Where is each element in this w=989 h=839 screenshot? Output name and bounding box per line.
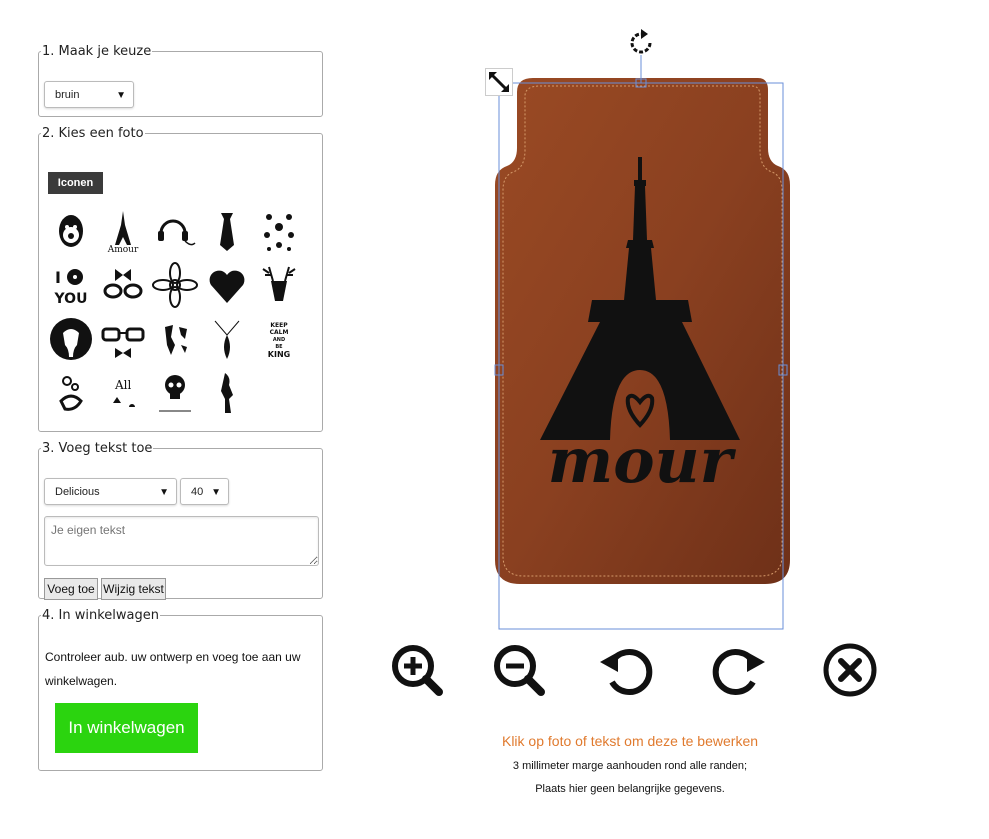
step2-panel: 2. Kies een foto Iconen Amour I YOU KEEP… bbox=[38, 126, 323, 432]
glasses-bowtie-icon[interactable] bbox=[99, 315, 147, 363]
step4-panel: 4. In winkelwagen Controleer aub. uw ont… bbox=[38, 608, 323, 771]
margin-note: 3 millimeter marge aanhouden rond alle r… bbox=[512, 760, 748, 772]
flower-icon[interactable] bbox=[151, 261, 199, 309]
svg-text:YOU: YOU bbox=[54, 291, 88, 307]
headphones-icon[interactable] bbox=[151, 207, 199, 255]
rotate-handle-icon[interactable] bbox=[626, 28, 656, 58]
step1-legend: 1. Maak je keuze bbox=[42, 44, 152, 59]
svg-text:I: I bbox=[55, 268, 61, 287]
add-text-button[interactable]: Voeg toe bbox=[44, 578, 98, 600]
color-select[interactable]: bruin ▼ bbox=[44, 81, 134, 108]
tab-iconen[interactable]: Iconen bbox=[48, 172, 103, 194]
mustache-pattern-icon[interactable] bbox=[255, 207, 303, 255]
font-select-value: Delicious bbox=[55, 486, 100, 498]
resize-handle-icon[interactable] bbox=[485, 68, 513, 96]
chevron-down-icon: ▼ bbox=[116, 90, 126, 101]
svg-text:All: All bbox=[114, 378, 132, 392]
necktie-icon[interactable] bbox=[203, 207, 251, 255]
cards-icon[interactable]: All bbox=[99, 369, 147, 417]
zoom-in-icon[interactable] bbox=[389, 642, 445, 698]
chevron-down-icon: ▼ bbox=[159, 487, 169, 498]
edit-hint: Klik op foto of tekst om deze te bewerke… bbox=[501, 733, 759, 749]
svg-text:CALM: CALM bbox=[270, 329, 289, 336]
world-map-icon[interactable] bbox=[151, 315, 199, 363]
heart-icon[interactable] bbox=[203, 261, 251, 309]
eiffel-amour-icon[interactable]: Amour bbox=[99, 207, 147, 255]
horn-flowers-icon[interactable] bbox=[47, 369, 95, 417]
step1-panel: 1. Maak je keuze bruin ▼ bbox=[38, 44, 323, 117]
size-select[interactable]: 40 ▼ bbox=[180, 478, 229, 505]
step3-legend: 3. Voeg tekst toe bbox=[42, 441, 153, 456]
design-canvas[interactable]: mour bbox=[480, 25, 800, 635]
delete-icon[interactable] bbox=[822, 642, 878, 698]
elephant-icon[interactable] bbox=[47, 315, 95, 363]
skull-icon[interactable] bbox=[151, 369, 199, 417]
keep-calm-king-icon[interactable]: KEEP CALM AND BE KING bbox=[255, 315, 303, 363]
cart-instruction: Controleer aub. uw ontwerp en voeg toe a… bbox=[45, 650, 301, 688]
svg-text:KEEP: KEEP bbox=[270, 322, 288, 329]
chevron-down-icon: ▼ bbox=[211, 487, 221, 498]
svg-text:AND: AND bbox=[273, 337, 285, 343]
deer-icon[interactable] bbox=[255, 261, 303, 309]
add-to-cart-button[interactable]: In winkelwagen bbox=[55, 703, 198, 753]
step2-legend: 2. Kies een foto bbox=[42, 126, 144, 141]
font-select[interactable]: Delicious ▼ bbox=[44, 478, 177, 505]
woman-silhouette-icon[interactable] bbox=[203, 369, 251, 417]
design-text: mour bbox=[548, 424, 737, 497]
zoom-out-icon[interactable] bbox=[491, 642, 547, 698]
edit-text-button[interactable]: Wijzig tekst bbox=[101, 578, 166, 600]
custom-text-input[interactable] bbox=[44, 516, 319, 566]
info-note: Plaats hier geen belangrijke gegevens. bbox=[535, 783, 725, 795]
bow-glasses-icon[interactable] bbox=[99, 261, 147, 309]
svg-text:Amour: Amour bbox=[107, 245, 139, 255]
monkey-icon[interactable] bbox=[47, 207, 95, 255]
step3-panel: 3. Voeg tekst toe Delicious ▼ 40 ▼ Voeg … bbox=[38, 441, 323, 600]
rotate-left-icon[interactable] bbox=[598, 642, 654, 698]
size-select-value: 40 bbox=[191, 486, 204, 498]
step4-legend: 4. In winkelwagen bbox=[42, 608, 159, 623]
feather-necklace-icon[interactable] bbox=[203, 315, 251, 363]
svg-text:KING: KING bbox=[268, 350, 290, 359]
i-love-you-icon[interactable]: I YOU bbox=[47, 261, 95, 309]
color-select-value: bruin bbox=[55, 89, 80, 101]
rotate-right-icon[interactable] bbox=[711, 642, 767, 698]
